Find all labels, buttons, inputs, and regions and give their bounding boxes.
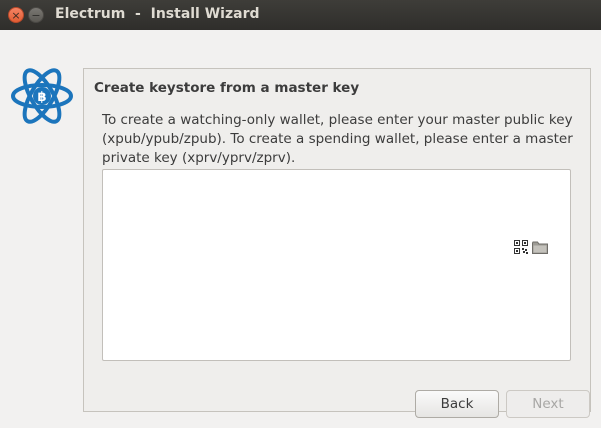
title-bar: × − Electrum - Install Wizard — [0, 0, 601, 30]
electrum-logo-icon: ฿ — [11, 68, 73, 124]
folder-icon[interactable] — [532, 241, 548, 254]
svg-text:฿: ฿ — [37, 90, 46, 105]
close-icon: × — [11, 8, 21, 22]
qrcode-icon[interactable] — [514, 240, 528, 254]
back-button[interactable]: Back — [415, 390, 499, 418]
page-title: Create keystore from a master key — [94, 80, 360, 96]
wizard-panel: Create keystore from a master key To cre… — [83, 68, 591, 412]
instructions-text: To create a watching-only wallet, please… — [102, 112, 573, 166]
next-button[interactable]: Next — [506, 390, 590, 418]
master-key-input[interactable] — [102, 169, 571, 361]
wizard-content: ฿ Create keystore from a master key To c… — [0, 30, 601, 428]
minimize-window-button[interactable]: − — [28, 7, 44, 23]
minimize-icon: − — [31, 8, 41, 22]
close-window-button[interactable]: × — [8, 7, 24, 23]
window-title: Electrum - Install Wizard — [55, 6, 260, 22]
